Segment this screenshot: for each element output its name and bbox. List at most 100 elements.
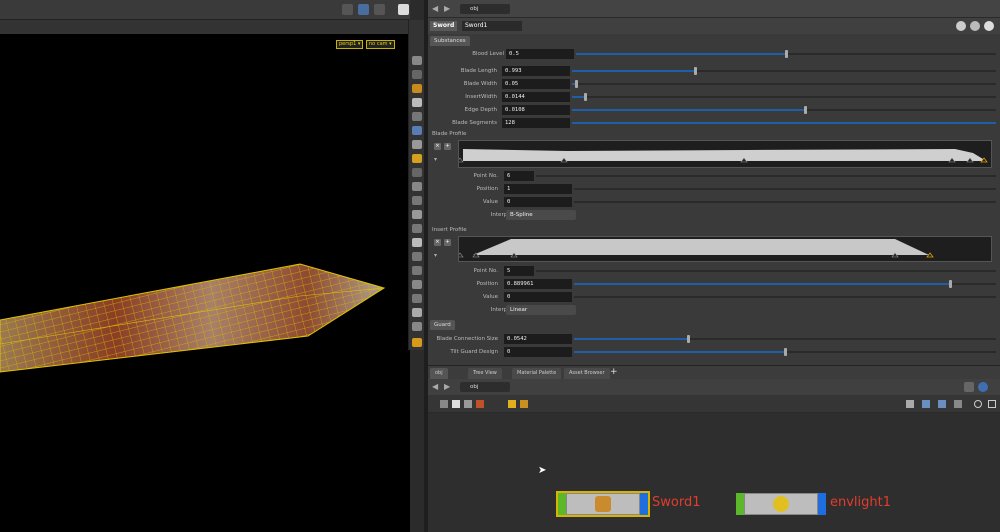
layout-icon[interactable] <box>906 400 914 408</box>
tab-material-palette[interactable]: Material Palette <box>512 368 562 379</box>
shading-icon[interactable] <box>412 112 422 121</box>
slider-track[interactable] <box>536 270 996 272</box>
node-label[interactable]: Sword1 <box>652 495 700 510</box>
align-nodes-icon[interactable] <box>922 400 930 408</box>
points-icon[interactable] <box>412 168 422 177</box>
slider-track[interactable] <box>574 296 996 298</box>
param-value-field[interactable]: 6 <box>504 171 534 181</box>
brush-icon[interactable] <box>412 210 422 219</box>
target-icon[interactable] <box>412 308 422 317</box>
snap-icon[interactable] <box>938 400 946 408</box>
slider-track[interactable] <box>572 96 996 98</box>
info-icon[interactable] <box>984 21 994 31</box>
slider-handle[interactable] <box>584 93 587 101</box>
slider-handle[interactable] <box>785 50 788 58</box>
display-flag[interactable] <box>640 493 648 515</box>
render-icon[interactable] <box>412 338 422 347</box>
normals-icon[interactable] <box>412 182 422 191</box>
wireframe-icon[interactable] <box>412 126 422 135</box>
hand-icon[interactable] <box>412 238 422 247</box>
add-point-button[interactable]: + <box>444 143 451 150</box>
slider-handle[interactable] <box>694 67 697 75</box>
viewport-maximize-icon[interactable] <box>398 4 409 15</box>
add-point-button[interactable]: + <box>444 239 451 246</box>
ghost-icon[interactable] <box>412 140 422 149</box>
param-value-field[interactable]: 0.05 <box>502 79 570 89</box>
list-view-icon[interactable] <box>440 400 448 408</box>
sticky-note-icon[interactable] <box>452 400 460 408</box>
add-tab-button[interactable]: + <box>610 367 618 377</box>
param-value-field[interactable]: 0.0144 <box>502 92 570 102</box>
tab-asset-browser[interactable]: Asset Browser <box>564 368 610 379</box>
folder-tab-guard[interactable]: Guard <box>430 320 455 330</box>
camera-mode-menu[interactable]: no cam ▾ <box>366 40 395 49</box>
collapse-arrow-icon[interactable]: ▾ <box>434 156 437 163</box>
param-value-field[interactable]: 0.0542 <box>504 334 572 344</box>
slider-handle[interactable] <box>804 106 807 114</box>
param-value-field[interactable]: 0 <box>504 347 572 357</box>
param-value-field[interactable]: 5 <box>504 266 534 276</box>
collapse-arrow-icon[interactable]: ▾ <box>434 252 437 259</box>
viewport-snap-icon[interactable] <box>358 4 369 15</box>
bypass-flag[interactable] <box>736 493 744 515</box>
network-path-field[interactable]: obj <box>460 382 510 392</box>
pin-icon[interactable] <box>412 224 422 233</box>
param-value-field[interactable]: 0.993 <box>502 66 570 76</box>
viewport-options-icon[interactable] <box>374 4 385 15</box>
help-icon[interactable] <box>970 21 980 31</box>
measure-icon[interactable] <box>412 266 422 275</box>
back-arrow-icon[interactable]: ◀ <box>432 4 438 13</box>
network-options-icon[interactable] <box>964 382 974 392</box>
palette-icon[interactable] <box>476 400 484 408</box>
tab-tree-view[interactable]: Tree View <box>468 368 502 379</box>
insert-profile-ramp[interactable] <box>456 236 992 262</box>
param-value-field[interactable]: 0 <box>504 292 572 302</box>
slider-handle[interactable] <box>687 335 690 343</box>
light-icon[interactable] <box>412 98 422 107</box>
forward-arrow-icon[interactable]: ▶ <box>444 4 450 13</box>
slider-track[interactable] <box>536 175 996 177</box>
color-icon[interactable] <box>520 400 528 408</box>
viewport-layout-icon[interactable] <box>342 4 353 15</box>
transform-icon[interactable] <box>412 280 422 289</box>
folder-tab-substances[interactable]: Substances <box>430 36 470 46</box>
network-editor[interactable]: ➤ Sword1 envlight1 <box>428 413 1000 532</box>
gear-icon[interactable] <box>956 21 966 31</box>
pick-icon[interactable] <box>412 196 422 205</box>
camera-icon[interactable] <box>412 70 422 79</box>
param-value-field[interactable]: 128 <box>502 118 570 128</box>
scene-viewport[interactable] <box>0 0 410 532</box>
param-value-field[interactable]: 1 <box>504 184 572 194</box>
forward-arrow-icon[interactable]: ▶ <box>444 382 450 391</box>
slider-track[interactable] <box>574 188 996 190</box>
display-flag[interactable] <box>818 493 826 515</box>
bypass-flag[interactable] <box>558 493 566 515</box>
node-name-field[interactable]: Sword1 <box>462 21 522 31</box>
network-info-icon[interactable] <box>978 382 988 392</box>
param-value-field[interactable]: 0.889961 <box>504 279 572 289</box>
frame-all-icon[interactable] <box>988 400 996 408</box>
slider-handle[interactable] <box>784 348 787 356</box>
align-icon[interactable] <box>412 294 422 303</box>
interpolation-dropdown[interactable]: Linear <box>506 305 576 315</box>
grid-icon[interactable] <box>954 400 962 408</box>
zoom-icon[interactable] <box>974 400 982 408</box>
node-label[interactable]: envlight1 <box>830 495 891 510</box>
node-envlight1[interactable]: envlight1 <box>736 491 896 517</box>
camera-menu[interactable]: persp1 ▾ <box>336 40 364 49</box>
stack-icon[interactable] <box>412 322 422 331</box>
folder-icon[interactable] <box>508 400 516 408</box>
path-field[interactable]: obj <box>460 4 510 14</box>
param-value-field[interactable]: 0.5 <box>506 49 574 59</box>
slider-track[interactable] <box>572 83 996 85</box>
node-sword1[interactable]: Sword1 <box>556 491 708 517</box>
param-value-field[interactable]: 0 <box>504 197 572 207</box>
tab-obj[interactable]: obj <box>430 368 448 379</box>
remove-point-button[interactable]: × <box>434 143 441 150</box>
remove-point-button[interactable]: × <box>434 239 441 246</box>
slider-handle[interactable] <box>949 280 952 288</box>
grid-view-icon[interactable] <box>464 400 472 408</box>
slider-handle[interactable] <box>575 80 578 88</box>
home-icon[interactable] <box>412 84 422 93</box>
blade-profile-ramp[interactable] <box>456 140 992 168</box>
